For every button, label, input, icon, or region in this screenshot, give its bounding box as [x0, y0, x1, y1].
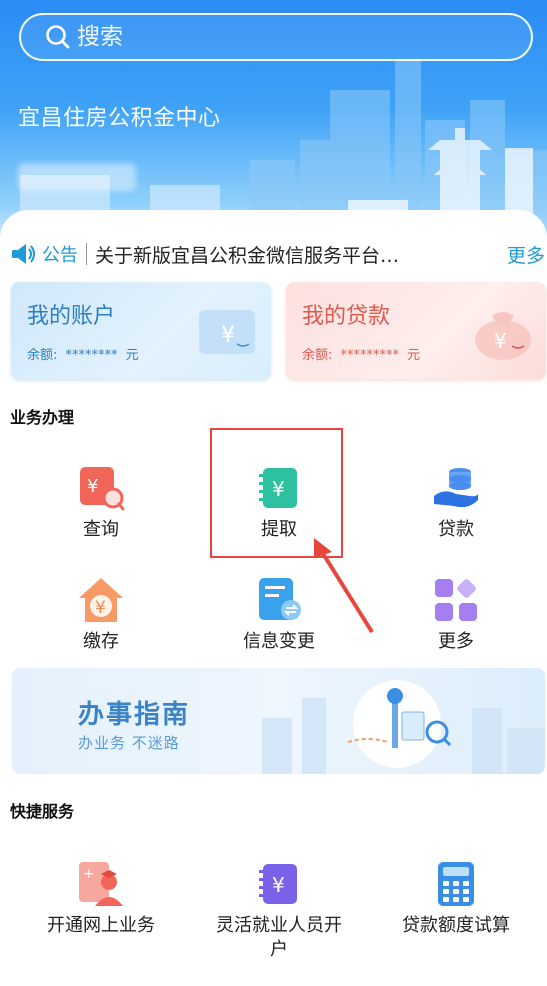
- guide-subtitle: 办业务 不迷路: [78, 734, 180, 752]
- svg-text:¥: ¥: [95, 598, 106, 618]
- blurred-user-info: [18, 163, 136, 191]
- search-icon: [46, 25, 70, 49]
- business-item-more[interactable]: 更多: [386, 576, 526, 654]
- service-guide-banner[interactable]: 办事指南 办业务 不迷路: [12, 668, 545, 774]
- search-input[interactable]: [77, 24, 477, 50]
- more-grid-icon: [435, 579, 477, 621]
- loan-balance-label: 余额:: [302, 348, 333, 363]
- announcement-text[interactable]: 关于新版宜昌公积金微信服务平台…: [95, 241, 415, 268]
- flexible-employment-icon: ¥: [259, 864, 297, 904]
- account-balance-value: ********: [65, 348, 118, 363]
- svg-text:¥: ¥: [494, 329, 507, 353]
- quick-item-online-business[interactable]: + 开通网上业务: [31, 860, 171, 938]
- business-section-title: 业务办理: [10, 408, 75, 427]
- query-icon: ¥: [80, 467, 125, 511]
- svg-text:+: +: [83, 866, 95, 882]
- divider: [86, 243, 87, 265]
- page-title: 宜昌住房公积金中心: [18, 106, 221, 131]
- account-card-title: 我的账户: [27, 304, 116, 329]
- business-item-label: 缴存: [83, 631, 119, 652]
- pointer-arrow: [314, 538, 374, 634]
- svg-text:¥: ¥: [272, 873, 285, 897]
- loan-balance-value: *********: [340, 348, 400, 363]
- svg-text:¥: ¥: [87, 476, 98, 497]
- money-bag-icon: ¥: [475, 312, 531, 360]
- quick-item-label: 灵活就业人员开户: [216, 915, 342, 960]
- quick-item-flexible-employment[interactable]: ¥ 灵活就业人员开户: [209, 860, 349, 962]
- quick-item-label: 贷款额度试算: [402, 915, 510, 936]
- loan-card-title: 我的贷款: [302, 304, 391, 329]
- business-item-loan[interactable]: 贷款: [386, 464, 526, 542]
- business-item-label: 更多: [438, 631, 474, 652]
- svg-text:¥: ¥: [221, 323, 235, 348]
- info-change-icon: [259, 578, 301, 620]
- quick-service-section-title: 快捷服务: [10, 802, 75, 821]
- search-bar[interactable]: [19, 13, 533, 61]
- online-business-icon: +: [79, 862, 123, 906]
- my-account-card[interactable]: 我的账户 余额: ******** 元 ¥: [11, 282, 271, 379]
- account-balance-label: 余额:: [27, 348, 58, 363]
- speaker-icon: [12, 244, 35, 264]
- business-item-deposit[interactable]: ¥ 缴存: [31, 576, 171, 654]
- announcement-bar[interactable]: 公告 关于新版宜昌公积金微信服务平台… 更多: [10, 238, 547, 270]
- deposit-icon: ¥: [79, 578, 123, 622]
- calculator-icon: [438, 862, 474, 906]
- quick-item-label: 开通网上业务: [47, 915, 155, 936]
- loan-balance-unit: 元: [407, 348, 421, 363]
- announcement-tag: 公告: [42, 245, 78, 266]
- account-balance-unit: 元: [125, 348, 139, 363]
- announcement-more-link[interactable]: 更多: [507, 241, 545, 268]
- header-banner: 宜昌住房公积金中心: [0, 0, 547, 240]
- loan-icon: [434, 468, 478, 508]
- guide-title: 办事指南: [78, 700, 191, 730]
- loan-balance: 余额: ********* 元: [302, 344, 424, 363]
- quick-item-loan-calculator[interactable]: 贷款额度试算: [386, 860, 526, 938]
- wallet-icon: ¥: [199, 310, 255, 354]
- my-loan-card[interactable]: 我的贷款 余额: ********* 元 ¥: [286, 282, 546, 379]
- business-item-query[interactable]: ¥ 查询: [31, 464, 171, 542]
- account-balance: 余额: ******** 元: [27, 344, 143, 363]
- business-item-label: 查询: [83, 519, 119, 540]
- business-item-label: 贷款: [438, 519, 474, 540]
